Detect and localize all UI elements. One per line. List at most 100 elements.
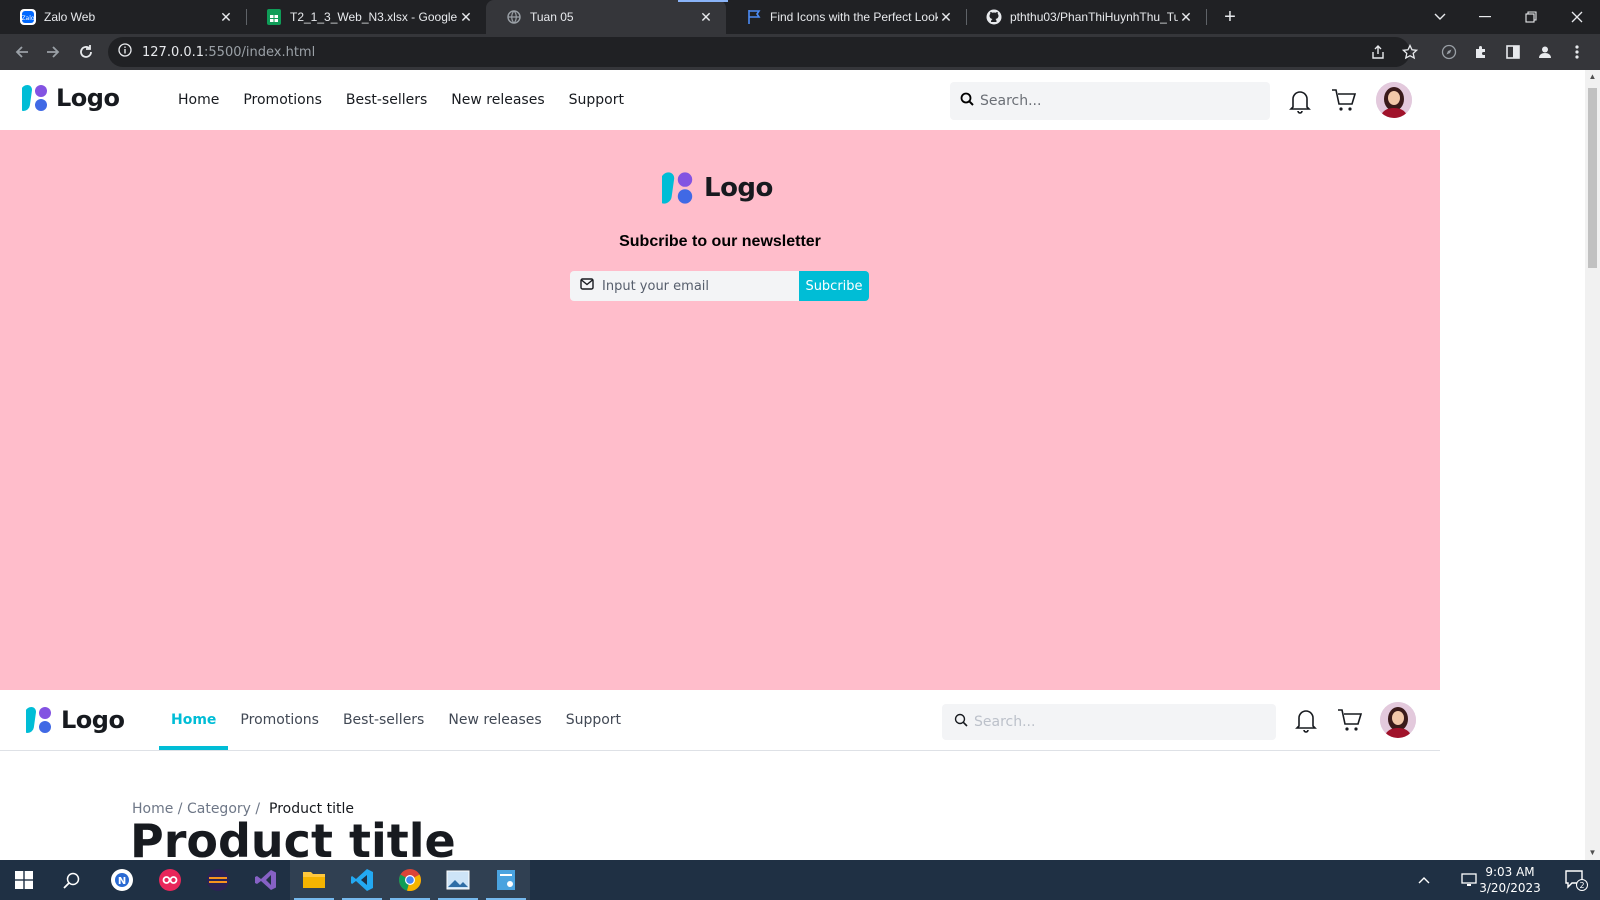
- github-icon: [986, 9, 1002, 25]
- user-avatar[interactable]: [1380, 702, 1416, 738]
- subscribe-button[interactable]: Subcribe: [799, 271, 869, 301]
- nav-promotions[interactable]: Promotions: [243, 92, 322, 108]
- tab-google-sheets[interactable]: T2_1_3_Web_N3.xlsx - Google Tra ✕: [246, 0, 486, 34]
- app-n-icon[interactable]: N: [98, 860, 146, 900]
- close-tab-icon[interactable]: ✕: [698, 9, 714, 25]
- minimize-button[interactable]: [1465, 0, 1505, 34]
- nav-new-releases[interactable]: New releases: [436, 690, 553, 750]
- profile-icon[interactable]: [1533, 40, 1557, 64]
- visual-studio-icon[interactable]: [242, 860, 290, 900]
- extensions-puzzle-icon[interactable]: [1469, 40, 1493, 64]
- scrollbar-thumb[interactable]: [1588, 88, 1597, 268]
- logo-mark-icon: [22, 85, 47, 111]
- tab-find-icons[interactable]: Find Icons with the Perfect Look & ✕: [726, 0, 966, 34]
- notification-count: 2: [1579, 881, 1584, 890]
- close-tab-icon[interactable]: ✕: [458, 9, 474, 25]
- windows-start-icon[interactable]: [0, 860, 48, 900]
- url-path: :5500/index.html: [204, 44, 316, 60]
- banner-logo: Logo: [662, 170, 773, 206]
- svg-text:N: N: [118, 876, 126, 887]
- flag-icon: [746, 9, 762, 25]
- nav-new-releases[interactable]: New releases: [451, 92, 544, 108]
- bell-icon[interactable]: [1292, 706, 1320, 734]
- email-field-wrapper[interactable]: [570, 271, 799, 301]
- share-icon[interactable]: [1366, 40, 1390, 64]
- system-clock[interactable]: 9:03 AM 3/20/2023: [1470, 864, 1550, 896]
- product-title: Product title: [130, 814, 456, 860]
- chrome-icon[interactable]: [386, 860, 434, 900]
- tab-zalo-web[interactable]: Zalo Zalo Web ✕: [0, 0, 246, 34]
- search-box[interactable]: [950, 82, 1270, 120]
- address-bar[interactable]: 127.0.0.1:5500/index.html: [108, 37, 1410, 67]
- notification-center-icon[interactable]: 2: [1552, 860, 1600, 900]
- reload-button[interactable]: [74, 40, 98, 64]
- main-header: Logo Home Promotions Best-sellers New re…: [0, 690, 1440, 751]
- newsletter-banner: Logo Subcribe to our newsletter Subcribe: [0, 130, 1440, 690]
- bookmark-star-icon[interactable]: [1398, 40, 1422, 64]
- main-nav: Home Promotions Best-sellers New release…: [159, 690, 633, 750]
- user-avatar[interactable]: [1376, 82, 1412, 118]
- nav-best-sellers[interactable]: Best-sellers: [331, 690, 436, 750]
- header-logo[interactable]: Logo: [22, 83, 120, 113]
- app-notepad-icon[interactable]: [482, 860, 530, 900]
- email-input[interactable]: [602, 278, 782, 294]
- vscode-icon[interactable]: [338, 860, 386, 900]
- search-box[interactable]: [942, 704, 1276, 740]
- mail-icon: [580, 277, 594, 295]
- nav-promotions[interactable]: Promotions: [228, 690, 331, 750]
- tab-title: Zalo Web: [44, 10, 96, 24]
- search-input[interactable]: [980, 93, 1240, 109]
- bell-icon[interactable]: [1286, 87, 1314, 115]
- subscribe-form: Subcribe: [570, 271, 869, 301]
- top-nav: Home Promotions Best-sellers New release…: [178, 70, 648, 130]
- browser-toolbar: 127.0.0.1:5500/index.html: [0, 34, 1600, 70]
- tab-tuan-05[interactable]: Tuan 05 ✕: [486, 0, 726, 34]
- scroll-down-arrow-icon[interactable]: ▼: [1588, 848, 1597, 857]
- browser-tab-strip: Zalo Zalo Web ✕ T2_1_3_Web_N3.xlsx - Goo…: [0, 0, 1600, 34]
- logo-text: Logo: [704, 173, 773, 203]
- nav-home[interactable]: Home: [178, 92, 219, 108]
- search-icon[interactable]: [48, 860, 96, 900]
- cart-icon[interactable]: [1330, 86, 1358, 114]
- page-scrollbar[interactable]: ▲ ▼: [1585, 70, 1600, 860]
- url-text: 127.0.0.1:5500/index.html: [142, 45, 315, 60]
- new-tab-button[interactable]: +: [1218, 6, 1242, 28]
- menu-kebab-icon[interactable]: [1565, 40, 1589, 64]
- compass-extension-icon[interactable]: [1437, 40, 1461, 64]
- app-oo-icon[interactable]: [146, 860, 194, 900]
- scroll-up-arrow-icon[interactable]: ▲: [1588, 72, 1597, 81]
- back-button[interactable]: [10, 40, 34, 64]
- side-panel-icon[interactable]: [1501, 40, 1525, 64]
- close-window-button[interactable]: [1557, 0, 1597, 34]
- eclipse-icon[interactable]: [194, 860, 242, 900]
- restore-button[interactable]: [1511, 0, 1551, 34]
- search-icon: [960, 92, 974, 111]
- url-host: 127.0.0.1: [142, 44, 205, 60]
- header-logo[interactable]: Logo: [26, 705, 125, 735]
- tab-github[interactable]: pththu03/PhanThiHuynhThu_Tua ✕: [966, 0, 1206, 34]
- chevron-up-icon[interactable]: [1400, 860, 1448, 900]
- clock-date: 3/20/2023: [1479, 881, 1541, 895]
- nav-support[interactable]: Support: [554, 690, 633, 750]
- close-tab-icon[interactable]: ✕: [1178, 9, 1194, 25]
- svg-text:Zalo: Zalo: [21, 15, 34, 22]
- globe-icon: [506, 9, 522, 25]
- info-icon[interactable]: [118, 42, 132, 62]
- nav-support[interactable]: Support: [569, 92, 624, 108]
- close-tab-icon[interactable]: ✕: [218, 9, 234, 25]
- file-explorer-icon[interactable]: [290, 860, 338, 900]
- logo-text: Logo: [61, 706, 125, 734]
- nav-best-sellers[interactable]: Best-sellers: [346, 92, 427, 108]
- tab-title: Tuan 05: [530, 10, 574, 24]
- nav-home[interactable]: Home: [159, 690, 229, 750]
- newsletter-heading: Subcribe to our newsletter: [619, 233, 821, 250]
- search-input[interactable]: [974, 714, 1234, 730]
- cart-icon[interactable]: [1336, 706, 1364, 734]
- forward-button[interactable]: [41, 40, 65, 64]
- windows-taskbar: N 9:03 AM 3/20/2023 2: [0, 860, 1600, 900]
- top-header: Logo Home Promotions Best-sellers New re…: [0, 70, 1440, 130]
- photos-icon[interactable]: [434, 860, 482, 900]
- close-tab-icon[interactable]: ✕: [938, 9, 954, 25]
- tab-search-icon[interactable]: [1420, 0, 1460, 34]
- sheets-icon: [266, 9, 282, 25]
